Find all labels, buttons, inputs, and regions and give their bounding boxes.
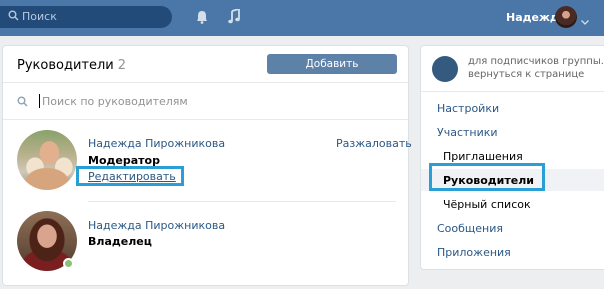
online-status-indicator (63, 258, 74, 269)
add-manager-button[interactable]: Добавить руководителя (267, 54, 397, 90)
sidebar-item-messages[interactable]: Сообщения (437, 222, 503, 235)
managers-count: 2 (117, 58, 127, 73)
edit-highlight-box (76, 166, 184, 186)
page-title-text: Руководители (17, 58, 114, 73)
chevron-down-icon[interactable] (581, 15, 589, 28)
divider (88, 201, 396, 202)
member-name[interactable]: Надежда Пирожникова (88, 137, 225, 150)
divider (421, 91, 604, 92)
back-to-page-link[interactable]: вернуться к странице (468, 69, 584, 80)
sidebar-item-apps[interactable]: Приложения (437, 246, 511, 259)
top-bar: Поиск Надежда (0, 0, 604, 36)
community-avatar[interactable] (432, 56, 458, 82)
global-search-input[interactable]: Поиск (0, 6, 172, 28)
search-icon (8, 10, 19, 24)
managers-card: Руководители 2 Добавить руководителя Поис… (2, 45, 412, 286)
global-search-placeholder: Поиск (22, 10, 57, 23)
member-role: Владелец (88, 235, 152, 248)
managers-highlight-box (429, 163, 545, 191)
text-cursor (39, 94, 40, 108)
divider (3, 82, 408, 83)
page-title: Руководители 2 (17, 58, 126, 73)
sidebar-item-invitations[interactable]: Приглашения (443, 150, 523, 163)
managers-search-placeholder: Поиск по руководителям (42, 95, 188, 108)
search-icon (17, 96, 28, 110)
divider (3, 119, 408, 120)
sidebar-item-members[interactable]: Участники (437, 126, 498, 139)
avatar[interactable] (17, 130, 77, 190)
member-name[interactable]: Надежда Пирожникова (88, 219, 225, 232)
sidebar-item-settings[interactable]: Настройки (437, 102, 499, 115)
sidebar-item-blacklist[interactable]: Чёрный список (443, 198, 531, 211)
music-icon[interactable] (228, 7, 240, 27)
bell-icon[interactable] (196, 10, 208, 27)
community-name-link[interactable]: для подписчиков группы... (468, 56, 604, 67)
demote-link[interactable]: Разжаловать (336, 137, 412, 150)
current-user-avatar[interactable] (555, 6, 577, 28)
community-settings-menu: для подписчиков группы... вернуться к ст… (420, 45, 604, 270)
